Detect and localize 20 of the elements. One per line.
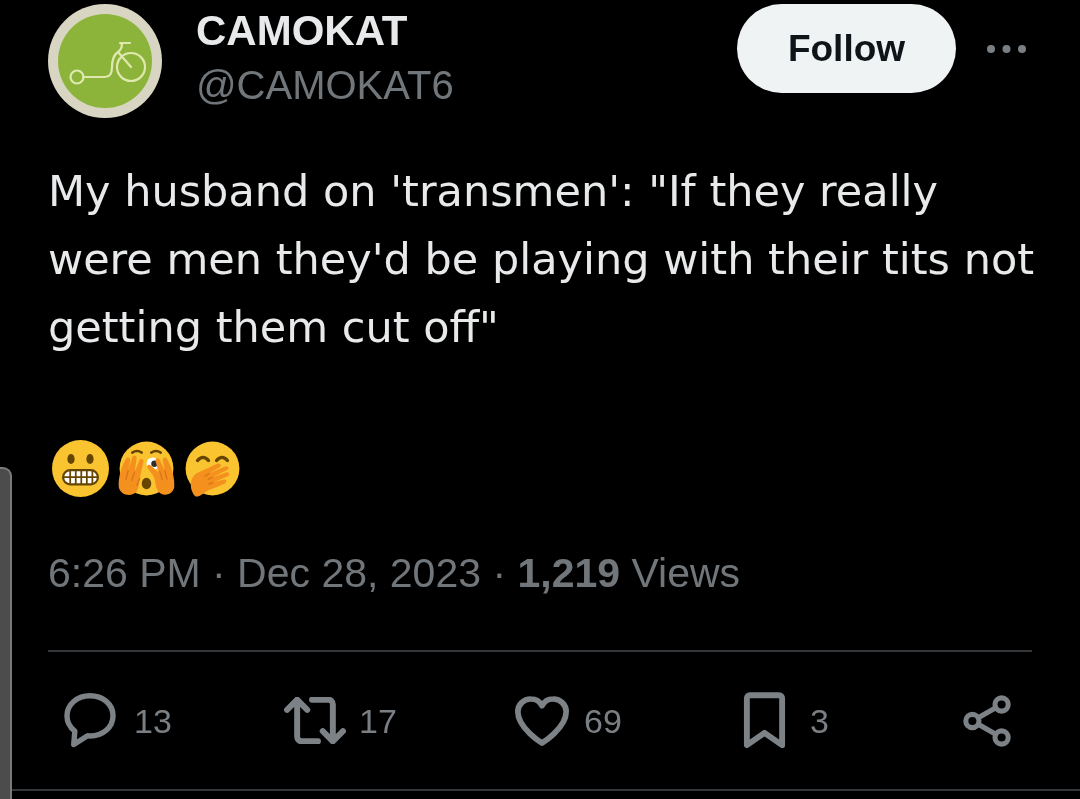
scrollbar-thumb[interactable]: [0, 467, 12, 799]
hand-over-mouth-face-icon: [184, 440, 241, 497]
reply-button[interactable]: 13: [64, 693, 172, 748]
speech-bubble-icon: [64, 693, 116, 748]
bookmark-icon: [743, 692, 786, 749]
share-icon[interactable]: [963, 694, 1011, 747]
bookmark-button[interactable]: 3: [743, 692, 829, 749]
repost-button[interactable]: 17: [284, 697, 397, 744]
peeking-eye-face-icon: [118, 440, 175, 497]
more-options-icon[interactable]: [987, 45, 1026, 53]
author-handle: @CAMOKAT6: [196, 62, 454, 108]
grimacing-face-icon: [52, 440, 109, 497]
tweet-text: My husband on 'transmen': "If they really were men they'd be playing with their tits not getting them cut off": [48, 165, 1036, 354]
scooter-logo-avatar[interactable]: [48, 4, 162, 118]
heart-icon: [515, 695, 569, 746]
follow-button[interactable]: Follow: [737, 4, 956, 93]
repost-arrows-icon: [284, 697, 346, 744]
author-name: CAMOKAT: [196, 7, 408, 55]
like-button[interactable]: 69: [515, 695, 622, 746]
tweet-timestamp-views: 6:26 PM · Dec 28, 2023 · 1,219 Views: [48, 549, 741, 597]
